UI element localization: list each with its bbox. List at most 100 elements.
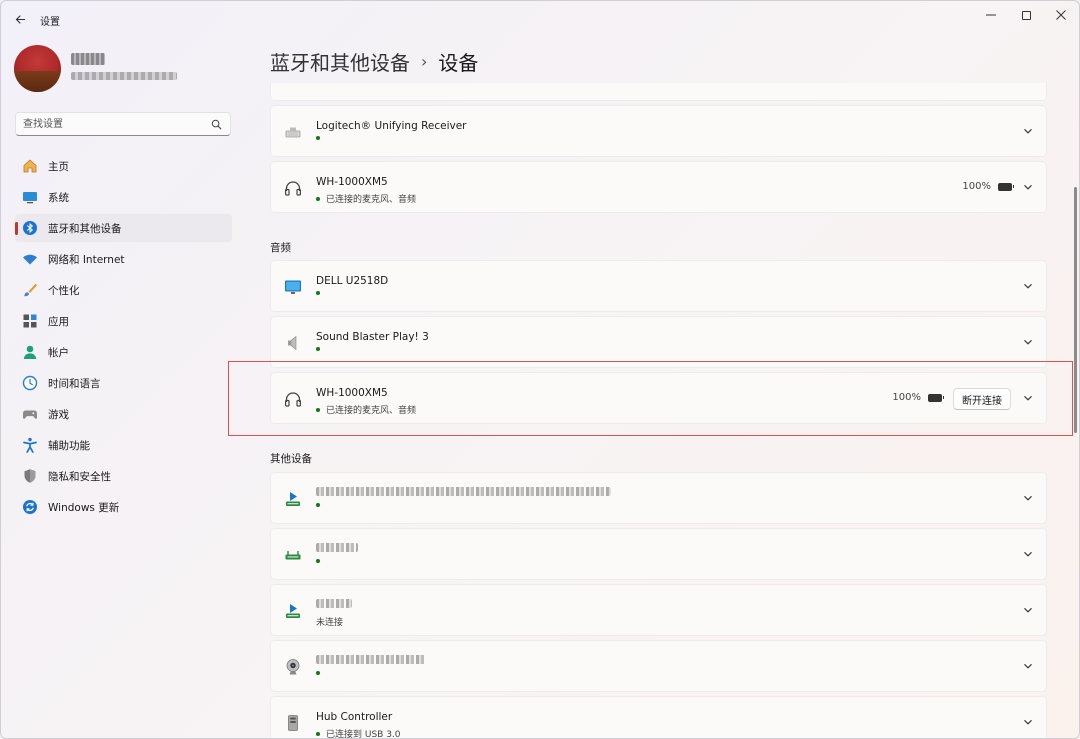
redacted-text [316,599,352,608]
system-icon [22,189,38,205]
home-icon [22,158,38,174]
settings-window: 设置 主页 [0,0,1080,739]
page-title: 设备 [438,51,479,75]
sidebar-item-label: 帐户 [48,346,69,359]
device-card[interactable] [270,640,1047,692]
wifi-icon [22,251,38,267]
redacted-text [316,655,426,664]
monitor-icon [283,277,303,297]
sidebar-item-accounts[interactable]: 帐户 [15,338,232,366]
device-status [316,559,326,563]
device-status [316,136,326,140]
app-title: 设置 [40,17,60,28]
device-card[interactable] [270,472,1047,524]
status-dot [316,347,320,351]
redacted-text [316,487,611,496]
minimize-button[interactable] [975,3,1007,27]
device-status-text: 已连接的麦克风、音频 [326,195,417,205]
router-icon [283,545,303,565]
device-card[interactable]: Hub Controller 已连接到 USB 3.0 [270,696,1047,738]
media-device-icon [283,601,303,621]
search-input[interactable] [23,117,203,132]
maximize-icon [1021,10,1031,20]
device-name: Hub Controller [316,711,393,723]
chevron-down-icon[interactable] [1022,336,1034,348]
device-card[interactable]: WH-1000XM5 已连接的麦克风、音频 100% [270,161,1047,213]
chevron-down-icon[interactable] [1022,125,1034,137]
time-language-icon [22,375,38,391]
receiver-icon [283,122,303,142]
sidebar-item-bluetooth[interactable]: 蓝牙和其他设备 [15,214,232,242]
redacted-text [316,543,358,552]
sidebar-item-label: 系统 [48,191,69,204]
sidebar-item-time-language[interactable]: 时间和语言 [15,369,232,397]
device-card[interactable] [270,528,1047,580]
search-box[interactable] [15,112,231,136]
sidebar-item-network[interactable]: 网络和 Internet [15,245,232,273]
sidebar-item-label: 蓝牙和其他设备 [48,222,122,235]
device-card[interactable]: 未连接 [270,584,1047,636]
device-name: WH-1000XM5 [316,176,388,188]
device-status [316,503,326,507]
breadcrumb-parent[interactable]: 蓝牙和其他设备 [270,47,410,76]
chevron-down-icon[interactable] [1022,280,1034,292]
sidebar-item-privacy[interactable]: 隐私和安全性 [15,462,232,490]
shield-icon [22,468,38,484]
account-icon [22,344,38,360]
device-status: 未连接 [316,615,343,628]
section-title-audio: 音频 [270,242,291,254]
sidebar-item-label: 游戏 [48,408,69,421]
sidebar-item-label: 个性化 [48,284,80,297]
highlight-annotation [228,361,1073,436]
speaker-icon [283,333,303,353]
sidebar-item-accessibility[interactable]: 辅助功能 [15,431,232,459]
device-status: 已连接到 USB 3.0 [316,727,401,738]
breadcrumb: 蓝牙和其他设备 › 设备 [270,47,478,76]
chevron-down-icon[interactable] [1022,492,1034,504]
chevron-down-icon[interactable] [1022,548,1034,560]
chevron-down-icon[interactable] [1022,716,1034,728]
device-name-redacted [316,543,358,555]
sidebar-item-personalization[interactable]: 个性化 [15,276,232,304]
status-dot [316,671,320,675]
user-email-redacted [71,72,177,80]
usb-hub-icon [283,713,303,733]
sidebar-item-label: Windows 更新 [48,501,120,514]
chevron-down-icon[interactable] [1022,604,1034,616]
status-dot [316,291,320,295]
sidebar: 主页 系统 蓝牙和其他设备 网络和 Internet [1,37,246,737]
avatar[interactable] [14,45,61,92]
sidebar-item-system[interactable]: 系统 [15,183,232,211]
back-arrow-icon [15,14,25,24]
brush-icon [22,282,38,298]
device-card[interactable]: DELL U2518D [270,260,1047,312]
back-button[interactable] [9,9,31,29]
breadcrumb-separator: › [421,52,428,71]
device-card-partial[interactable] [270,83,1047,101]
chevron-down-icon[interactable] [1022,660,1034,672]
device-name: DELL U2518D [316,275,389,287]
device-status [316,291,326,295]
sidebar-item-label: 主页 [48,160,69,173]
title-bar: 设置 [1,1,1079,37]
close-button[interactable] [1045,3,1077,27]
status-dot [316,503,320,507]
sidebar-item-label: 辅助功能 [48,439,90,452]
sidebar-item-label: 应用 [48,315,69,328]
sidebar-item-windows-update[interactable]: Windows 更新 [15,493,232,521]
search-icon [211,119,222,130]
chevron-down-icon[interactable] [1022,181,1034,193]
sidebar-item-apps[interactable]: 应用 [15,307,232,335]
device-status: 已连接的麦克风、音频 [316,192,416,205]
device-name-redacted [316,655,426,667]
sidebar-item-gaming[interactable]: 游戏 [15,400,232,428]
device-status [316,347,326,351]
status-dot [316,731,320,736]
sidebar-item-label: 隐私和安全性 [48,470,111,483]
device-card[interactable]: Logitech® Unifying Receiver [270,105,1047,157]
maximize-button[interactable] [1010,3,1042,27]
sidebar-item-home[interactable]: 主页 [15,152,232,180]
vertical-scrollbar[interactable] [1074,187,1077,433]
minimize-icon [986,14,996,16]
webcam-icon [283,657,303,677]
